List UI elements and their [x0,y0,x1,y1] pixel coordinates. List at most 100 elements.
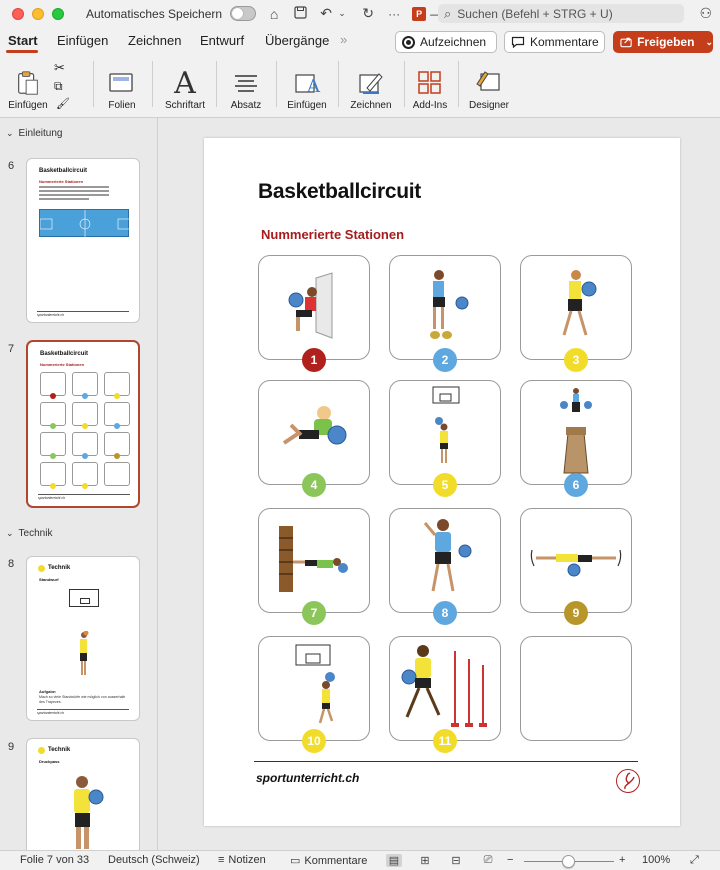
slide-footer[interactable]: sportunterricht.ch [256,771,359,785]
chevron-down-icon: ⌄ [705,36,713,47]
station-number-badge: 6 [564,473,588,497]
station-card[interactable] [389,380,501,485]
tab-start[interactable]: Start [8,33,38,48]
thumb-title: Basketballcircuit [39,168,88,174]
station-illustration-image [390,260,500,350]
yellow-dot-icon [38,747,45,754]
station-card[interactable] [389,508,501,613]
search-icon: ⌕ [444,5,452,21]
station-card[interactable] [520,636,632,741]
more-icon[interactable]: ··· [386,7,402,21]
maximize-window-button[interactable] [52,7,64,20]
station-illustration-image [259,641,369,731]
thumb-footer: sportunterricht.ch [37,711,65,715]
slide-thumbnail-9[interactable]: Technik Druckpass [26,738,140,868]
language[interactable]: Deutsch (Schweiz) [108,854,200,866]
thumb-station-card [104,462,130,486]
station-card[interactable] [520,508,632,613]
autosave-toggle[interactable] [230,6,257,21]
home-icon[interactable]: ⌂ [266,6,282,22]
reading-view-icon[interactable]: ⊟ [448,854,464,867]
section-technik[interactable]: ⌄ Technik [6,528,52,539]
tab-einfuegen[interactable]: Einfügen [57,33,108,48]
share-icon [620,37,632,48]
zoom-level[interactable]: 100% [642,854,670,866]
ribbon-toolbar: Einfügen ✂ ⧉ 🖌 Folien A Schriftart Absat… [0,55,720,118]
fit-to-window-icon[interactable]: ⤢ [690,854,699,867]
thumb-task-text: Mach so viele Standwürfe wie möglich von… [39,695,126,704]
textbox-icon: A [293,69,321,97]
thumb-station-dot [50,393,56,399]
undo-icon[interactable]: ↶ [318,5,334,22]
slide-number: 8 [8,558,15,570]
thumb-footer-line [38,494,130,495]
record-button[interactable]: Aufzeichnen [395,31,497,53]
zoom-in-icon[interactable]: + [619,854,625,866]
share-button[interactable]: Freigeben ⌄ [613,31,713,53]
drawing-group[interactable]: Zeichnen [346,59,396,111]
station-card[interactable] [258,636,370,741]
account-icon[interactable]: ⚇ [699,5,712,22]
search-input[interactable]: ⌕ Suchen (Befehl + STRG + U) [438,4,684,23]
status-comments-button[interactable]: ▭ Kommentare [290,854,367,868]
paragraph-group[interactable]: Absatz [224,59,268,111]
slide-7[interactable]: Basketballcircuit Nummerierte Stationen … [204,138,680,826]
normal-view-icon[interactable]: ▤ [386,854,402,867]
close-window-button[interactable] [12,7,24,20]
section-einleitung[interactable]: ⌄ Einleitung [6,128,62,139]
designer-label: Designer [468,100,510,111]
thumb-footer: sportunterricht.ch [38,496,66,500]
station-card[interactable] [258,380,370,485]
tab-uebergaenge[interactable]: Übergänge [265,33,329,48]
station-number-badge: 10 [302,729,326,753]
zoom-out-icon[interactable]: − [507,854,513,866]
station-card[interactable] [389,636,501,741]
thumb-title: Basketballcircuit [40,351,89,357]
station-card[interactable] [389,255,501,360]
slide-thumbnail-7[interactable]: Basketballcircuit Nummerierte Stationen … [26,340,140,508]
player-figure-image [77,630,89,679]
save-icon[interactable] [292,5,308,22]
slide-thumbnail-8[interactable]: Technik Standwurf Aufgabe: Mach so viele… [26,556,140,721]
redo-icon[interactable]: ↻ [360,5,376,22]
ribbon-separator [276,61,277,107]
title-bar: Automatisches Speichern ⌂ ↶ ⌄ ↻ ··· P — … [0,0,720,27]
slide-subtitle[interactable]: Nummerierte Stationen [261,227,404,242]
station-card[interactable] [520,380,632,485]
font-group[interactable]: A Schriftart [160,59,210,112]
minimize-window-button[interactable] [32,7,44,20]
sportunterricht-logo-icon [616,769,640,793]
station-card[interactable] [258,255,370,360]
copy-icon[interactable]: ⧉ [54,79,63,94]
ribbon-separator [404,61,405,107]
tab-entwurf[interactable]: Entwurf [200,33,244,48]
insert-label: Einfügen [287,100,327,111]
station-number-badge: 9 [564,601,588,625]
backboard-image [69,589,99,607]
station-card[interactable] [520,255,632,360]
ribbon-separator [216,61,217,107]
station-card[interactable] [258,508,370,613]
slide-thumbnail-6[interactable]: Basketballcircuit Nummerierte Stationen … [26,158,140,323]
notes-button[interactable]: ≡ Notizen [218,854,266,866]
slide-thumbnail-panel[interactable]: ⌄ Einleitung 6 Basketballcircuit Nummeri… [0,118,158,868]
undo-dropdown-icon[interactable]: ⌄ [334,8,350,19]
zoom-slider-handle[interactable] [562,855,575,868]
presentation-view-icon[interactable]: ⎚ [480,854,496,867]
slide-sorter-view-icon[interactable]: ⊞ [417,854,433,867]
ribbon-separator [458,61,459,107]
designer-group[interactable]: Designer [466,59,512,111]
slide-title[interactable]: Basketballcircuit [258,180,421,204]
more-tabs-icon[interactable]: » [340,32,347,47]
clipboard-group[interactable]: Einfügen [6,59,50,111]
slides-group[interactable]: Folien [100,59,144,111]
station-illustration-image [259,513,369,603]
addins-group[interactable]: Add-Ins [410,59,450,111]
tab-zeichnen[interactable]: Zeichnen [128,33,181,48]
station-number-badge: 4 [302,473,326,497]
insert-group[interactable]: A Einfügen [284,59,330,111]
format-painter-icon[interactable]: 🖌 [56,97,70,110]
station-number-badge: 7 [302,601,326,625]
cut-icon[interactable]: ✂ [54,60,65,76]
comments-button[interactable]: Kommentare [504,31,605,53]
